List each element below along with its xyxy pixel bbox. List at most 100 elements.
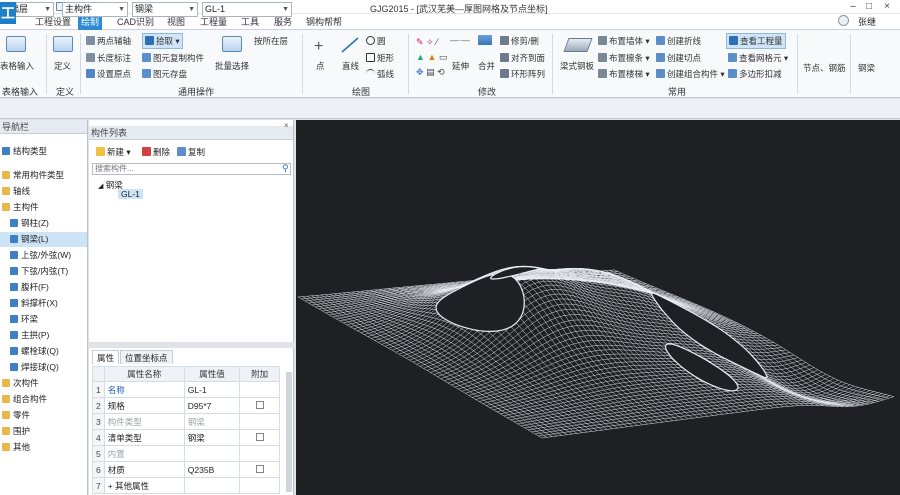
table-row[interactable]: 7 + 其他属性 bbox=[92, 477, 280, 494]
pick-button[interactable]: 拾取 ▾ bbox=[142, 33, 183, 49]
circle-button[interactable]: 圆 bbox=[366, 35, 386, 47]
category-select[interactable]: 主构件 ▼ bbox=[62, 2, 128, 17]
place-wall-button[interactable]: 布置墙体 ▾ bbox=[598, 35, 650, 47]
type-select[interactable]: 钢梁 ▼ bbox=[132, 2, 198, 17]
sidebar-item[interactable]: 钢柱(Z) bbox=[0, 216, 87, 231]
sidebar-item[interactable]: 焊接球(Q) bbox=[0, 360, 87, 375]
component-search-input[interactable]: 搜索构件... bbox=[92, 163, 291, 175]
property-value[interactable]: Q235B bbox=[183, 461, 241, 478]
tab-menu[interactable]: 视图 bbox=[164, 15, 188, 30]
sidebar-item[interactable]: 腹杆(F) bbox=[0, 280, 87, 295]
table-row[interactable]: 2 规格 D95*7 bbox=[92, 397, 280, 414]
attach-checkbox[interactable] bbox=[255, 432, 264, 441]
polygon-deduct-button[interactable]: 多边形扣减 bbox=[728, 68, 782, 80]
table-row[interactable]: 5 内置 bbox=[92, 445, 280, 462]
tree-item-gl1[interactable]: GL-1 bbox=[118, 189, 143, 199]
extend-button[interactable]: 延伸 bbox=[452, 60, 469, 72]
avatar[interactable] bbox=[838, 15, 849, 26]
sidebar-item[interactable]: 钢梁(L) bbox=[0, 232, 87, 247]
table-input-icon[interactable] bbox=[6, 36, 26, 52]
property-value[interactable]: D95*7 bbox=[183, 397, 241, 414]
sidebar-item[interactable]: 螺栓球(Q) bbox=[0, 344, 87, 359]
sidebar-item[interactable]: 围护 bbox=[0, 424, 87, 439]
search-icon[interactable]: ⚲ bbox=[282, 163, 289, 174]
sidebar-item[interactable]: 零件 bbox=[0, 408, 87, 423]
ring-array-button[interactable]: 环形阵列 bbox=[500, 68, 545, 80]
copy-element-button[interactable]: 图元复制构件 bbox=[142, 52, 204, 64]
batch-select-icon[interactable] bbox=[222, 36, 242, 52]
tab-coordinates[interactable]: 位置坐标点 bbox=[120, 350, 173, 364]
tab-menu[interactable]: 服务 bbox=[271, 15, 295, 30]
collapse-icon[interactable]: ◢ bbox=[98, 183, 103, 190]
place-purlin-button[interactable]: 布置檩条 ▾ bbox=[598, 52, 650, 64]
node-rebar-button[interactable]: 节点、钢筋 bbox=[803, 62, 846, 74]
point-button[interactable]: 点 bbox=[316, 60, 325, 72]
new-component-button[interactable]: 新建 ▾ bbox=[96, 146, 131, 158]
point-icon[interactable]: + bbox=[314, 38, 323, 56]
property-value[interactable]: GL-1 bbox=[183, 381, 241, 398]
steel-plate-button[interactable]: 梁式钢板 bbox=[560, 60, 594, 72]
view-quantity-button[interactable]: 查看工程量 bbox=[726, 33, 786, 49]
sidebar-item[interactable]: 组合构件 bbox=[0, 392, 87, 407]
property-value[interactable] bbox=[183, 477, 241, 494]
save-element-button[interactable]: 图元存盘 bbox=[142, 68, 187, 80]
tab-menu[interactable]: CAD识别 bbox=[114, 15, 157, 30]
attach-checkbox[interactable] bbox=[255, 464, 264, 473]
view-mesh-button[interactable]: 查看网格元 ▾ bbox=[728, 52, 788, 64]
sidebar-item[interactable]: 斜撑杆(X) bbox=[0, 296, 87, 311]
dimension-button[interactable]: 长度标注 bbox=[86, 52, 131, 64]
create-polyline-button[interactable]: 创建折线 bbox=[656, 35, 701, 47]
table-row[interactable]: 4 清单类型 钢梁 bbox=[92, 429, 280, 446]
attach-checkbox[interactable] bbox=[255, 400, 264, 409]
create-tangent-button[interactable]: 创建切点 bbox=[656, 52, 701, 64]
table-row[interactable]: 1 名称 GL-1 bbox=[92, 381, 280, 398]
line-icon[interactable] bbox=[340, 36, 360, 54]
merge-icon[interactable] bbox=[478, 35, 492, 45]
two-point-axis-button[interactable]: 两点辅轴 bbox=[86, 35, 131, 47]
sidebar-item[interactable]: 上弦/外弦(W) bbox=[0, 248, 87, 263]
tab-menu[interactable]: 工程量 bbox=[197, 15, 230, 30]
tab-menu[interactable]: 工程设置 bbox=[32, 15, 74, 30]
arc-button[interactable]: 弧线 bbox=[366, 68, 394, 80]
line-button[interactable]: 直线 bbox=[342, 60, 359, 72]
sidebar-item[interactable]: 次构件 bbox=[0, 376, 87, 391]
tab-menu[interactable]: 钢构帮帮 bbox=[303, 15, 345, 30]
place-stair-button[interactable]: 布置楼梯 ▾ bbox=[598, 68, 650, 80]
minimize-button[interactable]: – bbox=[846, 1, 860, 13]
trim-button[interactable]: 修剪/删 bbox=[500, 35, 539, 47]
dash-line-icon[interactable]: —·— bbox=[450, 35, 470, 45]
sidebar-item[interactable]: 主构件 bbox=[0, 200, 87, 215]
table-row[interactable]: 6 材质 Q235B bbox=[92, 461, 280, 478]
merge-button[interactable]: 合并 bbox=[478, 60, 495, 72]
property-value[interactable]: 钢梁 bbox=[183, 429, 241, 446]
sidebar-item[interactable]: 结构类型 bbox=[0, 144, 87, 159]
property-scrollbar[interactable] bbox=[286, 372, 292, 492]
user-name[interactable]: 张继 bbox=[858, 15, 876, 28]
component-select[interactable]: GL-1 ▼ bbox=[202, 2, 292, 17]
close-panel-icon[interactable]: × bbox=[284, 121, 289, 130]
close-button[interactable]: × bbox=[880, 1, 894, 13]
create-combo-button[interactable]: 创建组合构件 ▾ bbox=[656, 68, 725, 80]
tab-properties[interactable]: 属性 bbox=[92, 350, 120, 364]
steel-beam-button[interactable]: 钢梁 bbox=[858, 62, 875, 74]
sidebar-item[interactable]: 环梁 bbox=[0, 312, 87, 327]
sidebar-item[interactable]: 下弦/内弦(T) bbox=[0, 264, 87, 279]
define-button[interactable]: 定义 bbox=[54, 60, 71, 72]
sidebar-item[interactable]: 主拱(P) bbox=[0, 328, 87, 343]
table-input-button[interactable]: 表格输入 bbox=[0, 60, 34, 72]
steel-plate-icon[interactable] bbox=[563, 38, 593, 52]
by-layer-button[interactable]: 按所在层 bbox=[254, 35, 288, 47]
property-value[interactable] bbox=[183, 445, 241, 462]
define-icon[interactable] bbox=[53, 36, 73, 52]
delete-component-button[interactable]: 删除 bbox=[142, 146, 170, 158]
maximize-button[interactable]: □ bbox=[862, 1, 876, 13]
copy-component-button[interactable]: 复制 bbox=[177, 146, 205, 158]
sidebar-item[interactable]: 其他 bbox=[0, 440, 87, 455]
tab-menu[interactable]: 工具 bbox=[238, 15, 262, 30]
tab-menu[interactable]: 绘制 bbox=[78, 15, 103, 30]
property-value[interactable]: 钢梁 bbox=[183, 413, 241, 430]
align-face-button[interactable]: 对齐到面 bbox=[500, 52, 545, 64]
batch-select-button[interactable]: 批量选择 bbox=[215, 60, 249, 72]
set-origin-button[interactable]: 设置原点 bbox=[86, 68, 131, 80]
table-row[interactable]: 3 构件类型 钢梁 bbox=[92, 413, 280, 430]
